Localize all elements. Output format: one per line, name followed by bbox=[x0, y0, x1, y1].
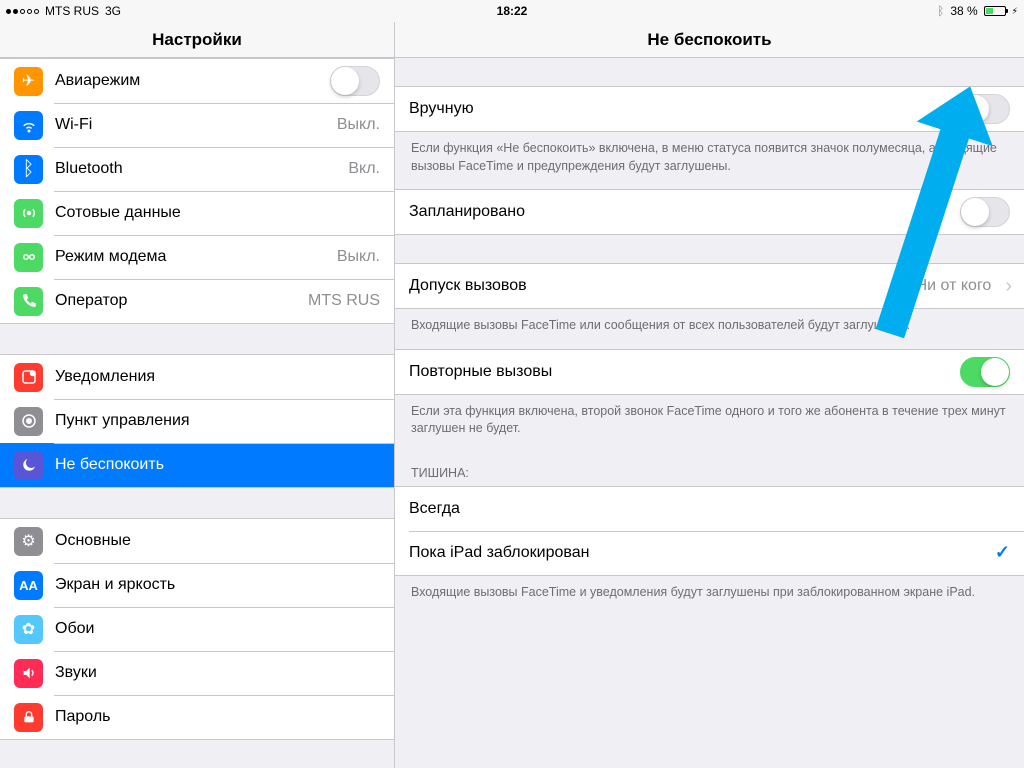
main-panel: Не беспокоить Вручную Если функция «Не б… bbox=[395, 22, 1024, 768]
row-label: Запланировано bbox=[409, 203, 960, 221]
sounds-icon bbox=[14, 659, 43, 688]
silence-header: ТИШИНА: bbox=[395, 452, 1024, 486]
row-silence-always[interactable]: Всегда bbox=[395, 487, 1024, 531]
row-label: Сотовые данные bbox=[55, 204, 394, 222]
row-detail: Вкл. bbox=[348, 160, 380, 178]
control-center-icon bbox=[14, 407, 43, 436]
row-label: Режим модема bbox=[55, 248, 337, 266]
sidebar-item-cellular[interactable]: Сотовые данные bbox=[0, 191, 394, 235]
passcode-icon bbox=[14, 703, 43, 732]
sidebar-item-hotspot[interactable]: Режим модема Выкл. bbox=[0, 235, 394, 279]
checkmark-icon: ✓ bbox=[995, 542, 1010, 563]
row-detail: Выкл. bbox=[337, 116, 380, 134]
dnd-icon bbox=[14, 451, 43, 480]
manual-toggle[interactable] bbox=[960, 94, 1010, 124]
sidebar-item-dnd[interactable]: Не беспокоить bbox=[0, 443, 394, 487]
bluetooth-icon: ᛒ bbox=[14, 155, 43, 184]
carrier-icon bbox=[14, 287, 43, 316]
row-label: Всегда bbox=[409, 500, 1024, 518]
main-title: Не беспокоить bbox=[395, 22, 1024, 58]
repeated-toggle[interactable] bbox=[960, 357, 1010, 387]
bluetooth-icon: ᛒ bbox=[937, 4, 944, 18]
cellular-icon bbox=[14, 199, 43, 228]
status-bar: MTS RUS 3G 18:22 ᛒ 38 % ⚡︎ bbox=[0, 0, 1024, 22]
settings-sidebar: Настройки ✈ Авиарежим Wi-Fi Выкл. ᛒ bbox=[0, 22, 395, 768]
sidebar-item-airplane[interactable]: ✈ Авиарежим bbox=[0, 59, 394, 103]
row-scheduled[interactable]: Запланировано bbox=[395, 190, 1024, 234]
sidebar-item-sounds[interactable]: Звуки bbox=[0, 651, 394, 695]
sidebar-item-carrier[interactable]: Оператор MTS RUS bbox=[0, 279, 394, 323]
row-label: Bluetooth bbox=[55, 160, 348, 178]
airplane-toggle[interactable] bbox=[330, 66, 380, 96]
row-detail: Выкл. bbox=[337, 248, 380, 266]
row-manual[interactable]: Вручную bbox=[395, 87, 1024, 131]
sidebar-item-control-center[interactable]: Пункт управления bbox=[0, 399, 394, 443]
sidebar-item-passcode[interactable]: Пароль bbox=[0, 695, 394, 739]
sidebar-item-notifications[interactable]: Уведомления bbox=[0, 355, 394, 399]
manual-footer: Если функция «Не беспокоить» включена, в… bbox=[395, 132, 1024, 189]
sidebar-group-notifications: Уведомления Пункт управления Не беспокои… bbox=[0, 354, 394, 488]
battery-icon bbox=[984, 6, 1006, 16]
row-label: Повторные вызовы bbox=[409, 363, 960, 381]
sidebar-item-display[interactable]: AA Экран и яркость bbox=[0, 563, 394, 607]
row-label: Допуск вызовов bbox=[409, 277, 916, 295]
carrier-label: MTS RUS bbox=[45, 4, 99, 18]
clock: 18:22 bbox=[497, 4, 528, 18]
row-allow-calls[interactable]: Допуск вызовов Ни от кого › bbox=[395, 264, 1024, 308]
row-label: Экран и яркость bbox=[55, 576, 394, 594]
battery-pct: 38 % bbox=[950, 4, 977, 18]
row-label: Звуки bbox=[55, 664, 394, 682]
row-repeated-calls[interactable]: Повторные вызовы bbox=[395, 350, 1024, 394]
allow-calls-footer: Входящие вызовы FaceTime или сообщения о… bbox=[395, 309, 1024, 349]
wallpaper-icon: ✿ bbox=[14, 615, 43, 644]
charging-icon: ⚡︎ bbox=[1012, 6, 1018, 17]
status-left: MTS RUS 3G bbox=[6, 4, 121, 18]
row-silence-locked[interactable]: Пока iPad заблокирован ✓ bbox=[395, 531, 1024, 575]
display-icon: AA bbox=[14, 571, 43, 600]
status-right: ᛒ 38 % ⚡︎ bbox=[937, 4, 1018, 18]
sidebar-group-general: ⚙ Основные AA Экран и яркость ✿ Обои Зву… bbox=[0, 518, 394, 740]
main-scroll[interactable]: Вручную Если функция «Не беспокоить» вкл… bbox=[395, 58, 1024, 768]
row-label: Пункт управления bbox=[55, 412, 394, 430]
sidebar-item-general[interactable]: ⚙ Основные bbox=[0, 519, 394, 563]
row-label: Wi-Fi bbox=[55, 116, 337, 134]
row-label: Авиарежим bbox=[55, 72, 330, 90]
general-icon: ⚙ bbox=[14, 527, 43, 556]
sidebar-item-wallpaper[interactable]: ✿ Обои bbox=[0, 607, 394, 651]
row-label: Пароль bbox=[55, 708, 394, 726]
row-label: Пока iPad заблокирован bbox=[409, 544, 995, 562]
row-detail: Ни от кого bbox=[916, 277, 992, 295]
chevron-right-icon: › bbox=[1005, 275, 1012, 298]
sidebar-group-network: ✈ Авиарежим Wi-Fi Выкл. ᛒ Bluetooth Вкл. bbox=[0, 58, 394, 324]
notifications-icon bbox=[14, 363, 43, 392]
silence-footer: Входящие вызовы FaceTime и уведомления б… bbox=[395, 576, 1024, 616]
row-label: Уведомления bbox=[55, 368, 394, 386]
signal-dots-icon bbox=[6, 9, 39, 14]
sidebar-item-wifi[interactable]: Wi-Fi Выкл. bbox=[0, 103, 394, 147]
sidebar-title: Настройки bbox=[0, 22, 394, 58]
hotspot-icon bbox=[14, 243, 43, 272]
row-detail: MTS RUS bbox=[308, 292, 380, 310]
row-label: Оператор bbox=[55, 292, 308, 310]
airplane-icon: ✈ bbox=[14, 67, 43, 96]
sidebar-scroll[interactable]: ✈ Авиарежим Wi-Fi Выкл. ᛒ Bluetooth Вкл. bbox=[0, 58, 394, 768]
scheduled-toggle[interactable] bbox=[960, 197, 1010, 227]
wifi-icon bbox=[14, 111, 43, 140]
row-label: Вручную bbox=[409, 100, 960, 118]
row-label: Обои bbox=[55, 620, 394, 638]
row-label: Не беспокоить bbox=[55, 456, 394, 474]
sidebar-item-bluetooth[interactable]: ᛒ Bluetooth Вкл. bbox=[0, 147, 394, 191]
row-label: Основные bbox=[55, 532, 394, 550]
network-label: 3G bbox=[105, 4, 121, 18]
repeated-footer: Если эта функция включена, второй звонок… bbox=[395, 395, 1024, 452]
